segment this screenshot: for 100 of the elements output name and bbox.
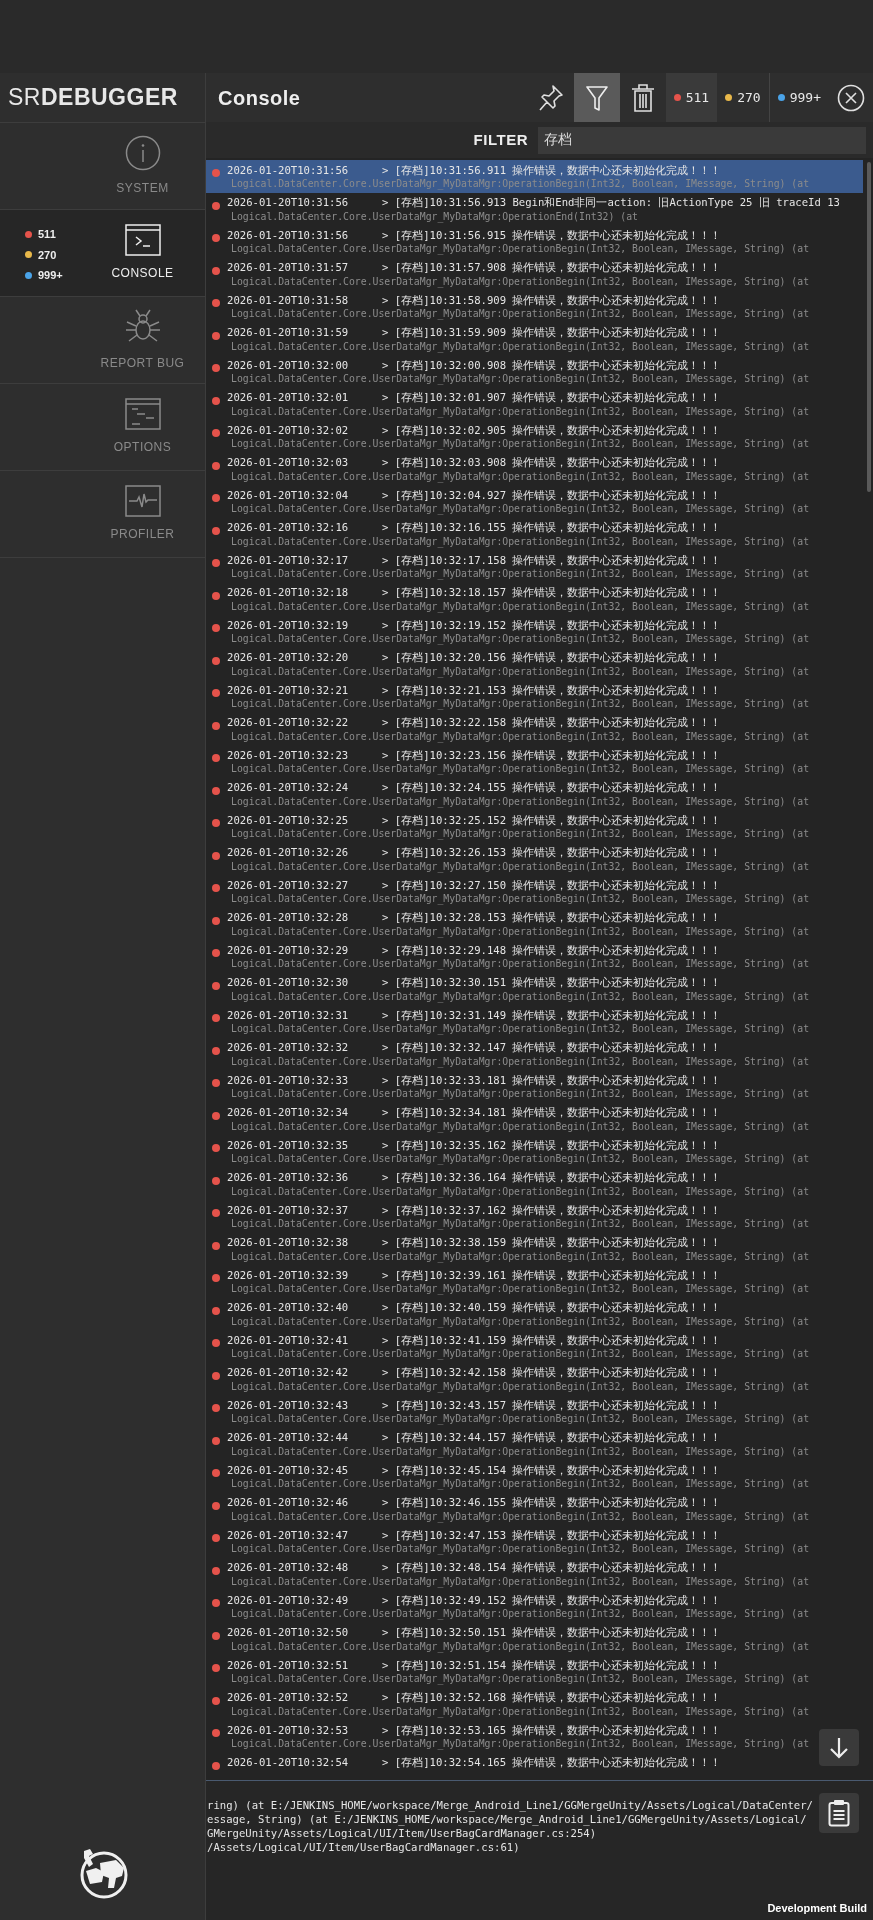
trash-icon — [630, 82, 655, 113]
log-row[interactable]: 2026-01-20T10:32:03 > [存档]10:32:03.908 操作错误，数据中心还未初始化完成！！！ Logical.DataCenter.Core.UserDataMgr_MyDataMgr:OperationBegin(Int32, Boolean, IMessage, String) (at — [206, 452, 863, 485]
log-row[interactable]: 2026-01-20T10:32:47 > [存档]10:32:47.153 操作错误，数据中心还未初始化完成！！！ Logical.DataCenter.Core.UserDataMgr_MyDataMgr:OperationBegin(Int32, Boolean, IMessage, String) (at — [206, 1525, 863, 1558]
filter-button[interactable] — [573, 73, 620, 122]
log-row[interactable]: 2026-01-20T10:32:49 > [存档]10:32:49.152 操作错误，数据中心还未初始化完成！！！ Logical.DataCenter.Core.UserDataMgr_MyDataMgr:OperationBegin(Int32, Boolean, IMessage, String) (at — [206, 1590, 863, 1623]
log-row[interactable]: 2026-01-20T10:32:02 > [存档]10:32:02.905 操作错误，数据中心还未初始化完成！！！ Logical.DataCenter.Core.UserDataMgr_MyDataMgr:OperationBegin(Int32, Boolean, IMessage, String) (at — [206, 420, 863, 453]
log-message: > [存档]10:32:51.154 操作错误，数据中心还未初始化完成！！！ — [382, 1657, 722, 1673]
log-message: > [存档]10:32:33.181 操作错误，数据中心还未初始化完成！！！ — [382, 1072, 722, 1088]
log-message: > [存档]10:32:01.907 操作错误，数据中心还未初始化完成！！！ — [382, 390, 722, 406]
log-time: 2026-01-20T10:32:48 — [227, 1560, 350, 1576]
close-button[interactable] — [836, 82, 866, 113]
log-row[interactable]: 2026-01-20T10:32:26 > [存档]10:32:26.153 操作错误，数据中心还未初始化完成！！！ Logical.DataCenter.Core.UserDataMgr_MyDataMgr:OperationBegin(Int32, Boolean, IMessage, String) (at — [206, 842, 863, 875]
log-message: > [存档]10:32:23.156 操作错误，数据中心还未初始化完成！！！ — [382, 747, 722, 763]
log-message: > [存档]10:32:19.152 操作错误，数据中心还未初始化完成！！！ — [382, 617, 722, 633]
log-row[interactable]: 2026-01-20T10:32:22 > [存档]10:32:22.158 操作错误，数据中心还未初始化完成！！！ Logical.DataCenter.Core.UserDataMgr_MyDataMgr:OperationBegin(Int32, Boolean, IMessage, String) (at — [206, 712, 863, 745]
log-row[interactable]: 2026-01-20T10:32:52 > [存档]10:32:52.168 操作错误，数据中心还未初始化完成！！！ Logical.DataCenter.Core.UserDataMgr_MyDataMgr:OperationBegin(Int32, Boolean, IMessage, String) (at — [206, 1687, 863, 1720]
log-row[interactable]: 2026-01-20T10:32:04 > [存档]10:32:04.927 操作错误，数据中心还未初始化完成！！！ Logical.DataCenter.Core.UserDataMgr_MyDataMgr:OperationBegin(Int32, Boolean, IMessage, String) (at — [206, 485, 863, 518]
log-filter-toggle[interactable]: 999+ — [769, 73, 829, 122]
build-label: Development Build — [767, 1900, 867, 1916]
log-row[interactable]: 2026-01-20T10:32:00 > [存档]10:32:00.908 操作错误，数据中心还未初始化完成！！！ Logical.DataCenter.Core.UserDataMgr_MyDataMgr:OperationBegin(Int32, Boolean, IMessage, String) (at — [206, 355, 863, 388]
log-row[interactable]: 2026-01-20T10:32:19 > [存档]10:32:19.152 操作错误，数据中心还未初始化完成！！！ Logical.DataCenter.Core.UserDataMgr_MyDataMgr:OperationBegin(Int32, Boolean, IMessage, String) (at — [206, 615, 863, 648]
scroll-down-button[interactable] — [819, 1729, 859, 1766]
filter-label: FILTER — [473, 129, 528, 150]
log-message: > [存档]10:32:40.159 操作错误，数据中心还未初始化完成！！！ — [382, 1300, 722, 1316]
log-row[interactable]: 2026-01-20T10:32:48 > [存档]10:32:48.154 操作错误，数据中心还未初始化完成！！！ Logical.DataCenter.Core.UserDataMgr_MyDataMgr:OperationBegin(Int32, Boolean, IMessage, String) (at — [206, 1557, 863, 1590]
log-row[interactable]: 2026-01-20T10:32:45 > [存档]10:32:45.154 操作错误，数据中心还未初始化完成！！！ Logical.DataCenter.Core.UserDataMgr_MyDataMgr:OperationBegin(Int32, Boolean, IMessage, String) (at — [206, 1460, 863, 1493]
log-row[interactable]: 2026-01-20T10:32:37 > [存档]10:32:37.162 操作错误，数据中心还未初始化完成！！！ Logical.DataCenter.Core.UserDataMgr_MyDataMgr:OperationBegin(Int32, Boolean, IMessage, String) (at — [206, 1200, 863, 1233]
log-row[interactable]: 2026-01-20T10:31:56 > [存档]10:31:56.913 Begin和End非同一action: 旧ActionType 25 旧 traceId 13 Logical.DataCenter.Core.UserDataMgr_MyDataMgr:OperationEnd(Int32) (at — [206, 192, 863, 225]
log-row[interactable]: 2026-01-20T10:32:20 > [存档]10:32:20.156 操作错误，数据中心还未初始化完成！！！ Logical.DataCenter.Core.UserDataMgr_MyDataMgr:OperationBegin(Int32, Boolean, IMessage, String) (at — [206, 647, 863, 680]
stack-trace: Logical.DataCenter.Core.UserDataMgr_MyDataMgr:OperationBegin(Int32, Boolean, IMessage, String) (at — [230, 1380, 810, 1393]
log-row[interactable]: 2026-01-20T10:32:21 > [存档]10:32:21.153 操作错误，数据中心还未初始化完成！！！ Logical.DataCenter.Core.UserDataMgr_MyDataMgr:OperationBegin(Int32, Boolean, IMessage, String) (at — [206, 680, 863, 713]
log-filter-toggle[interactable]: 511 — [665, 73, 718, 122]
log-row[interactable]: 2026-01-20T10:32:35 > [存档]10:32:35.162 操作错误，数据中心还未初始化完成！！！ Logical.DataCenter.Core.UserDataMgr_MyDataMgr:OperationBegin(Int32, Boolean, IMessage, String) (at — [206, 1135, 863, 1168]
log-row[interactable]: 2026-01-20T10:32:50 > [存档]10:32:50.151 操作错误，数据中心还未初始化完成！！！ Logical.DataCenter.Core.UserDataMgr_MyDataMgr:OperationBegin(Int32, Boolean, IMessage, String) (at — [206, 1622, 863, 1655]
log-time: 2026-01-20T10:32:44 — [227, 1430, 350, 1446]
stack-trace: Logical.DataCenter.Core.UserDataMgr_MyDataMgr:OperationBegin(Int32, Boolean, IMessage, String) (at — [230, 893, 810, 905]
log-message: > [存档]10:32:02.905 操作错误，数据中心还未初始化完成！！！ — [382, 422, 722, 438]
log-row[interactable]: 2026-01-20T10:31:56 > [存档]10:31:56.915 操作错误，数据中心还未初始化完成！！！ Logical.DataCenter.Core.UserDataMgr_MyDataMgr:OperationBegin(Int32, Boolean, IMessage, String) (at — [206, 225, 863, 258]
log-time: 2026-01-20T10:32:41 — [227, 1332, 350, 1348]
stack-trace: Logical.DataCenter.Core.UserDataMgr_MyDataMgr:OperationBegin(Int32, Boolean, IMessage, String) (at — [230, 1185, 810, 1198]
log-message: > [存档]10:32:22.158 操作错误，数据中心还未初始化完成！！！ — [382, 715, 722, 731]
log-row[interactable]: 2026-01-20T10:32:51 > [存档]10:32:51.154 操作错误，数据中心还未初始化完成！！！ Logical.DataCenter.Core.UserDataMgr_MyDataMgr:OperationBegin(Int32, Boolean, IMessage, String) (at — [206, 1655, 863, 1688]
log-time: 2026-01-20T10:32:42 — [227, 1365, 350, 1381]
log-row[interactable]: 2026-01-20T10:32:43 > [存档]10:32:43.157 操作错误，数据中心还未初始化完成！！！ Logical.DataCenter.Core.UserDataMgr_MyDataMgr:OperationBegin(Int32, Boolean, IMessage, String) (at — [206, 1395, 863, 1428]
log-row[interactable]: 2026-01-20T10:32:32 > [存档]10:32:32.147 操作错误，数据中心还未初始化完成！！！ Logical.DataCenter.Core.UserDataMgr_MyDataMgr:OperationBegin(Int32, Boolean, IMessage, String) (at — [206, 1037, 863, 1070]
log-row[interactable]: 2026-01-20T10:32:01 > [存档]10:32:01.907 操作错误，数据中心还未初始化完成！！！ Logical.DataCenter.Core.UserDataMgr_MyDataMgr:OperationBegin(Int32, Boolean, IMessage, String) (at — [206, 387, 863, 420]
log-time: 2026-01-20T10:32:49 — [227, 1592, 350, 1608]
log-row[interactable]: 2026-01-20T10:32:24 > [存档]10:32:24.155 操作错误，数据中心还未初始化完成！！！ Logical.DataCenter.Core.UserDataMgr_MyDataMgr:OperationBegin(Int32, Boolean, IMessage, String) (at — [206, 777, 863, 810]
log-message: > [存档]10:31:57.908 操作错误，数据中心还未初始化完成！！！ — [382, 260, 722, 276]
copy-button[interactable] — [819, 1793, 859, 1833]
clipboard-icon — [828, 1799, 850, 1827]
log-row[interactable]: 2026-01-20T10:32:36 > [存档]10:32:36.164 操作错误，数据中心还未初始化完成！！！ Logical.DataCenter.Core.UserDataMgr_MyDataMgr:OperationBegin(Int32, Boolean, IMessage, String) (at — [206, 1167, 863, 1200]
log-time: 2026-01-20T10:32:18 — [227, 585, 350, 601]
log-row[interactable]: 2026-01-20T10:32:17 > [存档]10:32:17.158 操作错误，数据中心还未初始化完成！！！ Logical.DataCenter.Core.UserDataMgr_MyDataMgr:OperationBegin(Int32, Boolean, IMessage, String) (at — [206, 550, 863, 583]
log-row[interactable]: 2026-01-20T10:31:56 > [存档]10:31:56.911 操作错误，数据中心还未初始化完成！！！ Logical.DataCenter.Core.UserDataMgr_MyDataMgr:OperationBegin(Int32, Boolean, IMessage, String) (at — [206, 160, 863, 193]
app-logo: SRDEBUGGER — [8, 83, 178, 113]
log-row[interactable]: 2026-01-20T10:32:38 > [存档]10:32:38.159 操作错误，数据中心还未初始化完成！！！ Logical.DataCenter.Core.UserDataMgr_MyDataMgr:OperationBegin(Int32, Boolean, IMessage, String) (at — [206, 1232, 863, 1265]
filter-field[interactable]: 存档 — [538, 126, 866, 154]
log-message: > [存档]10:32:53.165 操作错误，数据中心还未初始化完成！！！ — [382, 1722, 722, 1738]
log-row[interactable]: 2026-01-20T10:32:25 > [存档]10:32:25.152 操作错误，数据中心还未初始化完成！！！ Logical.DataCenter.Core.UserDataMgr_MyDataMgr:OperationBegin(Int32, Boolean, IMessage, String) (at — [206, 810, 863, 843]
stack-trace: Logical.DataCenter.Core.UserDataMgr_MyDataMgr:OperationBegin(Int32, Boolean, IMessage, String) (at — [230, 373, 810, 385]
log-message: > [存档]10:32:29.148 操作错误，数据中心还未初始化完成！！！ — [382, 942, 722, 958]
log-row[interactable]: 2026-01-20T10:32:42 > [存档]10:32:42.158 操作错误，数据中心还未初始化完成！！！ Logical.DataCenter.Core.UserDataMgr_MyDataMgr:OperationBegin(Int32, Boolean, IMessage, String) (at — [206, 1362, 863, 1395]
stack-trace: Logical.DataCenter.Core.UserDataMgr_MyDataMgr:OperationBegin(Int32, Boolean, IMessage, String) (at — [230, 470, 810, 483]
sidebar-tab[interactable]: REPORT BUG — [0, 296, 205, 383]
log-row[interactable]: 2026-01-20T10:31:58 > [存档]10:31:58.909 操作错误，数据中心还未初始化完成！！！ Logical.DataCenter.Core.UserDataMgr_MyDataMgr:OperationBegin(Int32, Boolean, IMessage, String) (at — [206, 290, 863, 323]
stack-trace: Logical.DataCenter.Core.UserDataMgr_MyDataMgr:OperationBegin(Int32, Boolean, IMessage, String) (at — [230, 1315, 810, 1328]
log-row[interactable]: 2026-01-20T10:32:23 > [存档]10:32:23.156 操作错误，数据中心还未初始化完成！！！ Logical.DataCenter.Core.UserDataMgr_MyDataMgr:OperationBegin(Int32, Boolean, IMessage, String) (at — [206, 745, 863, 778]
log-row[interactable]: 2026-01-20T10:32:54 > [存档]10:32:54.165 操作错误，数据中心还未初始化完成！！！ — [206, 1752, 863, 1780]
detail-text: ring) (at E:/JENKINS_HOME/workspace/Merge_Android_Line1/GGMergeUnity/Assets/Logical/DataCenter/ — [206, 1798, 814, 1812]
log-row[interactable]: 2026-01-20T10:32:27 > [存档]10:32:27.150 操作错误，数据中心还未初始化完成！！！ Logical.DataCenter.Core.UserDataMgr_MyDataMgr:OperationBegin(Int32, Boolean, IMessage, String) (at — [206, 875, 863, 908]
log-row[interactable]: 2026-01-20T10:32:46 > [存档]10:32:46.155 操作错误，数据中心还未初始化完成！！！ Logical.DataCenter.Core.UserDataMgr_MyDataMgr:OperationBegin(Int32, Boolean, IMessage, String) (at — [206, 1492, 863, 1525]
log-message: > [存档]10:32:38.159 操作错误，数据中心还未初始化完成！！！ — [382, 1235, 722, 1251]
sidebar-tab[interactable]: PROFILER — [0, 470, 205, 557]
detail-text: /Assets/Logical/UI/Item/UserBagCardManager.cs:61) — [206, 1840, 521, 1854]
log-row[interactable]: 2026-01-20T10:32:18 > [存档]10:32:18.157 操作错误，数据中心还未初始化完成！！！ Logical.DataCenter.Core.UserDataMgr_MyDataMgr:OperationBegin(Int32, Boolean, IMessage, String) (at — [206, 582, 863, 615]
log-row[interactable]: 2026-01-20T10:32:39 > [存档]10:32:39.161 操作错误，数据中心还未初始化完成！！！ Logical.DataCenter.Core.UserDataMgr_MyDataMgr:OperationBegin(Int32, Boolean, IMessage, String) (at — [206, 1265, 863, 1298]
log-row[interactable]: 2026-01-20T10:32:29 > [存档]10:32:29.148 操作错误，数据中心还未初始化完成！！！ Logical.DataCenter.Core.UserDataMgr_MyDataMgr:OperationBegin(Int32, Boolean, IMessage, String) (at — [206, 940, 863, 973]
log-row[interactable]: 2026-01-20T10:32:30 > [存档]10:32:30.151 操作错误，数据中心还未初始化完成！！！ Logical.DataCenter.Core.UserDataMgr_MyDataMgr:OperationBegin(Int32, Boolean, IMessage, String) (at — [206, 972, 863, 1005]
log-row[interactable]: 2026-01-20T10:32:34 > [存档]10:32:34.181 操作错误，数据中心还未初始化完成！！！ Logical.DataCenter.Core.UserDataMgr_MyDataMgr:OperationBegin(Int32, Boolean, IMessage, String) (at — [206, 1102, 863, 1135]
log-row[interactable]: 2026-01-20T10:32:40 > [存档]10:32:40.159 操作错误，数据中心还未初始化完成！！！ Logical.DataCenter.Core.UserDataMgr_MyDataMgr:OperationBegin(Int32, Boolean, IMessage, String) (at — [206, 1297, 863, 1330]
log-message: > [存档]10:32:04.927 操作错误，数据中心还未初始化完成！！！ — [382, 487, 722, 503]
log-message: > [存档]10:32:39.161 操作错误，数据中心还未初始化完成！！！ — [382, 1267, 722, 1283]
log-row[interactable]: 2026-01-20T10:32:53 > [存档]10:32:53.165 操作错误，数据中心还未初始化完成！！！ Logical.DataCenter.Core.UserDataMgr_MyDataMgr:OperationBegin(Int32, Boolean, IMessage, String) (at — [206, 1720, 863, 1753]
log-row[interactable]: 2026-01-20T10:32:41 > [存档]10:32:41.159 操作错误，数据中心还未初始化完成！！！ Logical.DataCenter.Core.UserDataMgr_MyDataMgr:OperationBegin(Int32, Boolean, IMessage, String) (at — [206, 1330, 863, 1363]
log-time: 2026-01-20T10:32:03 — [227, 455, 350, 471]
log-row[interactable]: 2026-01-20T10:32:28 > [存档]10:32:28.153 操作错误，数据中心还未初始化完成！！！ Logical.DataCenter.Core.UserDataMgr_MyDataMgr:OperationBegin(Int32, Boolean, IMessage, String) (at — [206, 907, 863, 940]
stack-trace: Logical.DataCenter.Core.UserDataMgr_MyDataMgr:OperationBegin(Int32, Boolean, IMessage, String) (at — [230, 633, 810, 645]
scrollbar[interactable] — [867, 162, 871, 492]
sidebar-tab[interactable]: OPTIONS — [0, 383, 205, 470]
log-row[interactable]: 2026-01-20T10:32:44 > [存档]10:32:44.157 操作错误，数据中心还未初始化完成！！！ Logical.DataCenter.Core.UserDataMgr_MyDataMgr:OperationBegin(Int32, Boolean, IMessage, String) (at — [206, 1427, 863, 1460]
log-message: > [存档]10:32:27.150 操作错误，数据中心还未初始化完成！！！ — [382, 877, 722, 893]
log-row[interactable]: 2026-01-20T10:32:33 > [存档]10:32:33.181 操作错误，数据中心还未初始化完成！！！ Logical.DataCenter.Core.UserDataMgr_MyDataMgr:OperationBegin(Int32, Boolean, IMessage, String) (at — [206, 1070, 863, 1103]
log-row[interactable]: 2026-01-20T10:32:16 > [存档]10:32:16.155 操作错误，数据中心还未初始化完成！！！ Logical.DataCenter.Core.UserDataMgr_MyDataMgr:OperationBegin(Int32, Boolean, IMessage, String) (at — [206, 517, 863, 550]
sidebar-tab[interactable]: CONSOLE 511 270 999+ — [0, 209, 205, 296]
log-message: > [存档]10:32:20.156 操作错误，数据中心还未初始化完成！！！ — [382, 650, 722, 666]
log-row[interactable]: 2026-01-20T10:31:59 > [存档]10:31:59.909 操作错误，数据中心还未初始化完成！！！ Logical.DataCenter.Core.UserDataMgr_MyDataMgr:OperationBegin(Int32, Boolean, IMessage, String) (at — [206, 322, 863, 355]
stack-trace: Logical.DataCenter.Core.UserDataMgr_MyDataMgr:OperationBegin(Int32, Boolean, IMessage, String) (at — [230, 1445, 810, 1458]
log-row[interactable]: 2026-01-20T10:32:31 > [存档]10:32:31.149 操作错误，数据中心还未初始化完成！！！ Logical.DataCenter.Core.UserDataMgr_MyDataMgr:OperationBegin(Int32, Boolean, IMessage, String) (at — [206, 1005, 863, 1038]
log-row[interactable]: 2026-01-20T10:31:57 > [存档]10:31:57.908 操作错误，数据中心还未初始化完成！！！ Logical.DataCenter.Core.UserDataMgr_MyDataMgr:OperationBegin(Int32, Boolean, IMessage, String) (at — [206, 257, 863, 290]
